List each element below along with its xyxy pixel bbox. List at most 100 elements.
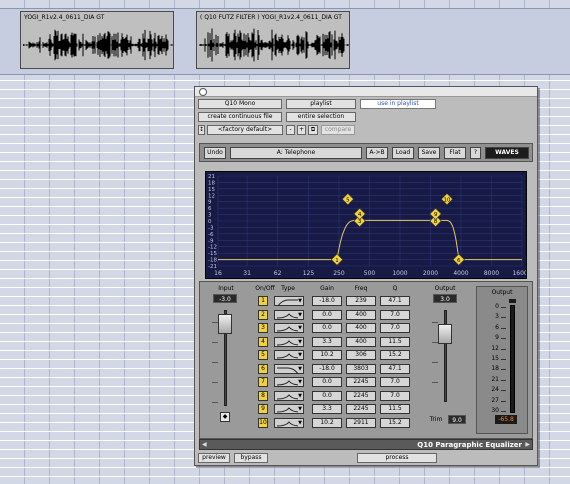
preset-selector[interactable]: <factory default> — [207, 125, 283, 135]
band-freq-field[interactable]: 400 — [346, 323, 376, 333]
band-gain-field[interactable]: 3.3 — [312, 404, 342, 414]
flat-button[interactable]: Flat — [444, 147, 466, 159]
band-gain-field[interactable]: 0.0 — [312, 323, 342, 333]
band-q-field[interactable]: 15.2 — [380, 350, 410, 360]
band-onoff-button[interactable]: 2 — [258, 309, 268, 320]
band-q-field[interactable]: 47.1 — [380, 296, 410, 306]
band-freq-field[interactable]: 306 — [346, 350, 376, 360]
bypass-button[interactable]: bypass — [234, 453, 268, 463]
band-type-selector[interactable]: ▼ — [274, 336, 304, 347]
band-q-field[interactable]: 11.5 — [380, 404, 410, 414]
band-onoff-button[interactable]: 10 — [258, 417, 268, 428]
save-button[interactable]: Save — [418, 147, 440, 159]
band-gain-field[interactable]: 0.0 — [312, 390, 342, 401]
audio-region[interactable]: YOGI_R1v2.4_0611_DIA GT — [20, 11, 174, 69]
band-gain-field[interactable]: 10.2 — [312, 350, 342, 360]
band-row: 4 ▼ 3.3 400 11.5 — [258, 336, 418, 348]
band-type-selector[interactable]: ▼ — [274, 390, 304, 401]
plugin-titlebar[interactable] — [195, 87, 537, 97]
band-freq-field[interactable]: 3803 — [346, 363, 376, 374]
x-tick-label: 4000 — [453, 270, 468, 277]
insert-name-button[interactable]: Q10 Mono — [198, 99, 282, 109]
use-in-playlist-button[interactable]: use in playlist — [360, 99, 436, 109]
a-to-b-button[interactable]: A->B — [366, 147, 388, 159]
band-onoff-button[interactable]: 4 — [258, 336, 268, 347]
type-header: Type — [281, 285, 295, 292]
band-q-field[interactable]: 11.5 — [380, 336, 410, 347]
output-fader-handle[interactable] — [438, 324, 452, 344]
y-tick-label: -18 — [208, 258, 217, 264]
input-link-button[interactable]: ◆ — [220, 412, 230, 422]
input-fader-handle[interactable] — [218, 314, 232, 334]
scroll-right-icon[interactable]: ▶ — [525, 440, 530, 450]
band-onoff-button[interactable]: 5 — [258, 350, 268, 360]
band-q-field[interactable]: 47.1 — [380, 363, 410, 374]
playlist-button[interactable]: playlist — [286, 99, 356, 109]
band-q-field[interactable]: 7.0 — [380, 377, 410, 387]
gain-header: Gain — [320, 285, 334, 292]
preview-button[interactable]: preview — [198, 453, 230, 463]
band-freq-field[interactable]: 239 — [346, 296, 376, 306]
band-type-selector[interactable]: ▼ — [274, 417, 304, 428]
chevron-down-icon: ▼ — [298, 365, 302, 372]
band-onoff-button[interactable]: 7 — [258, 377, 268, 387]
band-row: 8 ▼ 0.0 2245 7.0 — [258, 390, 418, 402]
band-q-field[interactable]: 7.0 — [380, 309, 410, 320]
tick — [432, 342, 438, 343]
band-type-selector[interactable]: ▼ — [274, 363, 304, 374]
copy-settings-icon[interactable]: ⧉ — [308, 125, 318, 135]
preset-name-display[interactable]: A: Telephone — [230, 147, 362, 159]
band-freq-field[interactable]: 400 — [346, 309, 376, 320]
scroll-left-icon[interactable]: ◀ — [202, 440, 207, 450]
band-gain-field[interactable]: 0.0 — [312, 309, 342, 320]
meter-bar — [510, 305, 515, 413]
compare-button[interactable]: compare — [321, 125, 355, 135]
tick — [432, 362, 438, 363]
band-gain-field[interactable]: 10.2 — [312, 417, 342, 428]
band-type-selector[interactable]: ▼ — [274, 296, 304, 306]
band-gain-field[interactable]: -18.0 — [312, 363, 342, 374]
process-button[interactable]: process — [357, 453, 437, 463]
load-button[interactable]: Load — [392, 147, 414, 159]
create-continuous-file-button[interactable]: create continuous file — [198, 112, 282, 122]
waves-logo[interactable]: WAVES — [485, 147, 529, 159]
band-type-selector[interactable]: ▼ — [274, 377, 304, 387]
band-q-field[interactable]: 15.2 — [380, 417, 410, 428]
band-gain-field[interactable]: 3.3 — [312, 336, 342, 347]
input-value[interactable]: -3.0 — [213, 294, 237, 303]
entire-selection-button[interactable]: entire selection — [286, 112, 356, 122]
band-onoff-button[interactable]: 6 — [258, 363, 268, 374]
meter-peak-readout[interactable]: -65.8 — [495, 415, 517, 424]
band-onoff-button[interactable]: 1 — [258, 296, 268, 306]
help-button[interactable]: ? — [470, 147, 481, 159]
band-type-selector[interactable]: ▼ — [274, 404, 304, 414]
band-onoff-button[interactable]: 3 — [258, 323, 268, 333]
filter-shape-icon — [276, 393, 298, 399]
band-q-field[interactable]: 7.0 — [380, 390, 410, 401]
band-gain-field[interactable]: 0.0 — [312, 377, 342, 387]
band-type-selector[interactable]: ▼ — [274, 309, 304, 320]
preset-next-button[interactable]: + — [297, 125, 306, 135]
trim-value[interactable]: 9.0 — [448, 415, 466, 424]
preset-previous-button[interactable]: - — [286, 125, 295, 135]
band-onoff-button[interactable]: 9 — [258, 404, 268, 414]
meter-tick — [501, 359, 506, 360]
band-onoff-button[interactable]: 8 — [258, 390, 268, 401]
output-value[interactable]: 3.0 — [433, 294, 457, 303]
preset-menu-icon[interactable]: ↕ — [198, 125, 205, 135]
band-type-selector[interactable]: ▼ — [274, 323, 304, 333]
close-icon[interactable] — [199, 88, 207, 96]
band-q-field[interactable]: 7.0 — [380, 323, 410, 333]
band-freq-field[interactable]: 400 — [346, 336, 376, 347]
band-gain-field[interactable]: -18.0 — [312, 296, 342, 306]
audio-region[interactable]: ( Q10 FUTZ FILTER ) YOGI_R1v2.4_0611_DIA… — [196, 11, 350, 69]
band-freq-field[interactable]: 2245 — [346, 377, 376, 387]
band-freq-field[interactable]: 2245 — [346, 404, 376, 414]
band-freq-field[interactable]: 2911 — [346, 417, 376, 428]
band-freq-field[interactable]: 2245 — [346, 390, 376, 401]
undo-button[interactable]: Undo — [204, 147, 226, 159]
eq-graph-canvas[interactable]: 211815129630-3-6-9-12-15-18-2116 31 62 125 2… — [206, 172, 526, 278]
band-type-selector[interactable]: ▼ — [274, 350, 304, 360]
clip-indicator[interactable] — [509, 299, 516, 303]
eq-response-graph[interactable]: 21 18 15 12 9 6 3 0 -3 -6 -9 -12 -15 -18 -21 16 31 62 125 2… — [205, 171, 527, 279]
